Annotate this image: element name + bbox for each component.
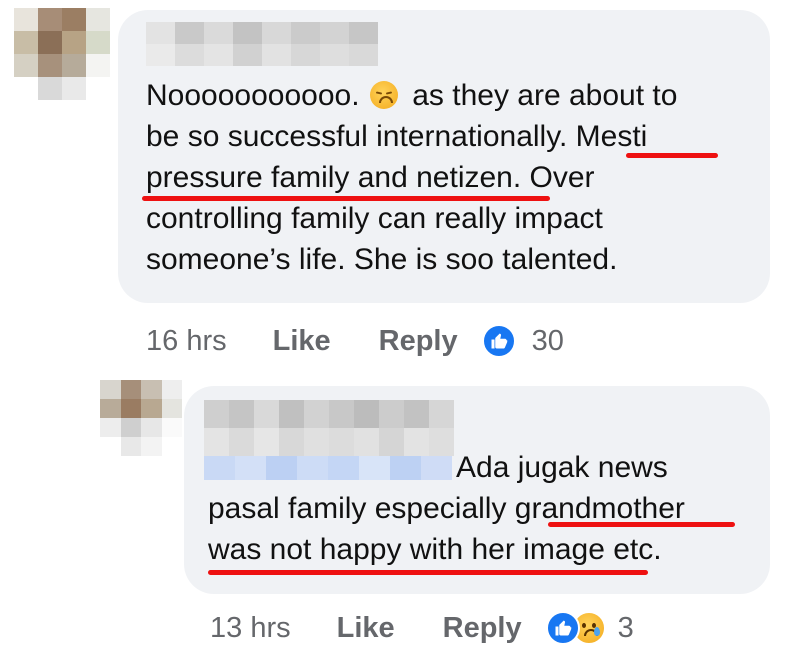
reaction-count: 30 <box>531 324 564 357</box>
reaction-summary[interactable]: 3 <box>545 611 634 645</box>
like-reaction-icon <box>481 324 516 358</box>
avatar[interactable] <box>14 8 110 100</box>
comment-text-segment: Nooooooooooo. <box>146 79 360 112</box>
red-underline-annotation <box>142 196 550 201</box>
like-button[interactable]: Like <box>273 325 331 358</box>
comment-text-line: Nooooooooooo. as they are about to <box>146 75 677 116</box>
comment-text-line: controlling family can really impact <box>146 202 603 235</box>
comment-text-line: someone’s life. She is soo talented. <box>146 243 618 276</box>
like-button[interactable]: Like <box>337 612 395 645</box>
reply-button[interactable]: Reply <box>443 612 522 645</box>
reaction-count: 3 <box>617 611 634 644</box>
commenter-name-redacted[interactable] <box>146 22 378 66</box>
comment-text-line: was not happy with her image etc. <box>208 533 662 566</box>
reply-comment-text: Ada jugak news pasal family especially g… <box>208 447 685 570</box>
comment-text: Nooooooooooo. as they are about to be so… <box>146 75 677 280</box>
reaction-summary[interactable]: 30 <box>481 324 564 358</box>
like-reaction-icon <box>545 611 580 645</box>
red-underline-annotation <box>208 570 648 575</box>
avatar[interactable] <box>100 380 182 456</box>
comment-timestamp[interactable]: 13 hrs <box>210 612 291 645</box>
comment-actions: 16 hrs Like Reply 30 <box>146 322 564 360</box>
comment-text-line: be so successful internationally. Mesti <box>146 120 648 153</box>
reply-button[interactable]: Reply <box>379 325 458 358</box>
comment-actions: 13 hrs Like Reply 3 <box>210 609 634 647</box>
comment-text-line: pressure family and netizen. Over <box>146 161 595 194</box>
comment-text-line: Ada jugak news <box>456 451 668 484</box>
red-underline-annotation <box>626 153 718 158</box>
disappointed-face-emoji-icon <box>369 81 398 109</box>
comment-timestamp[interactable]: 16 hrs <box>146 325 227 358</box>
comment-text-segment: as they are about to <box>412 79 678 112</box>
red-underline-annotation <box>548 522 735 527</box>
